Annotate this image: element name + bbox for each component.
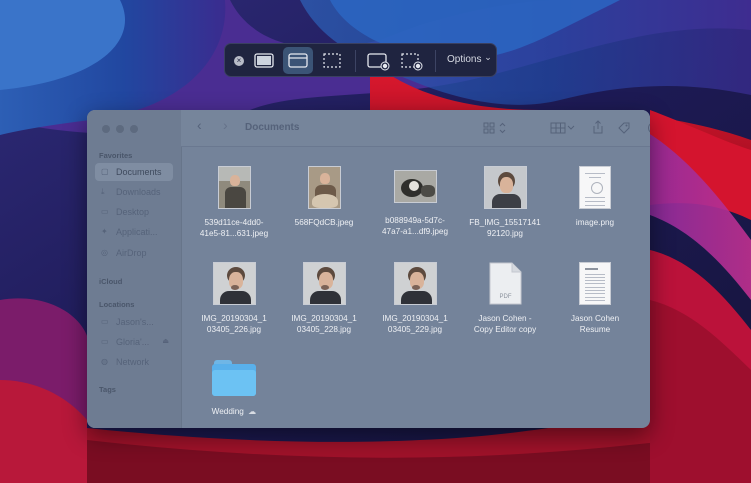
file-name: IMG_20190304_1 03405_229.jpg xyxy=(382,314,448,334)
file-item[interactable]: Jason Cohen Resume xyxy=(553,262,637,335)
capture-selected-portion-button[interactable] xyxy=(317,47,347,74)
pdf-document-icon: PDF xyxy=(489,262,521,305)
sidebar-item-airdrop[interactable]: ◎ AirDrop xyxy=(95,244,173,262)
sidebar-section-tags: Tags xyxy=(99,385,116,394)
file-item[interactable]: FB_IMG_15517141 92120.jpg xyxy=(463,166,547,239)
file-item[interactable]: IMG_20190304_1 03405_228.jpg xyxy=(282,262,366,335)
back-button[interactable]: ‹ xyxy=(197,118,202,132)
disk-icon: ▭ xyxy=(101,337,109,346)
photo-thumbnail xyxy=(217,166,251,209)
sidebar-section-icloud: iCloud xyxy=(99,277,123,286)
icloud-download-icon[interactable]: ☁ xyxy=(248,407,256,416)
finder-window[interactable]: Favorites ▢ Documents ⤓ Downloads ▭ Desk… xyxy=(87,110,650,428)
file-name: Wedding ☁ xyxy=(211,407,257,416)
tag-icon[interactable] xyxy=(617,121,631,135)
record-entire-screen-button[interactable] xyxy=(363,47,393,74)
file-item[interactable]: image.png xyxy=(553,166,637,228)
window-title: Documents xyxy=(245,122,300,133)
file-item[interactable]: IMG_20190304_1 03405_229.jpg xyxy=(373,262,457,335)
sidebar-item-label: Network xyxy=(116,357,150,367)
file-name: Jason Cohen Resume xyxy=(570,314,620,334)
file-item[interactable]: PDF Jason Cohen - Copy Editor copy xyxy=(463,262,547,335)
eject-icon[interactable]: ⏏ xyxy=(162,333,169,351)
finder-sidebar: Favorites ▢ Documents ⤓ Downloads ▭ Desk… xyxy=(87,110,182,428)
download-icon: ⤓ xyxy=(101,187,105,196)
file-item[interactable]: Wedding ☁ xyxy=(192,360,276,417)
file-name: 568FQdCB.jpeg xyxy=(294,218,354,227)
sidebar-section-locations: Locations xyxy=(99,300,135,309)
photo-thumbnail xyxy=(302,262,346,305)
options-label: Options xyxy=(447,54,482,65)
chevron-down-icon: ⌄ xyxy=(484,52,492,62)
sidebar-item-label: Desktop xyxy=(116,207,150,217)
document-thumbnail xyxy=(579,166,611,209)
file-name: 539d11ce-4dd0- 41e5-81...631.jpeg xyxy=(199,218,269,238)
folder-icon xyxy=(212,360,256,396)
file-name: Jason Cohen - Copy Editor copy xyxy=(473,314,537,334)
options-menu-button[interactable]: Options ⌄ xyxy=(447,52,492,65)
window-icon xyxy=(288,53,308,68)
sidebar-item-jasons-disk[interactable]: ▭ Jason's... xyxy=(95,313,173,331)
share-icon[interactable] xyxy=(591,120,605,135)
sidebar-item-documents[interactable]: ▢ Documents xyxy=(95,163,173,181)
screen-icon xyxy=(254,53,274,68)
screenshot-toolbar: × Options ⌄ xyxy=(224,43,497,77)
file-name: image.png xyxy=(575,218,615,227)
network-icon: ◍ xyxy=(101,357,108,366)
record-selected-portion-button[interactable] xyxy=(397,47,427,74)
minimize-window-button[interactable] xyxy=(116,125,124,133)
zoom-window-button[interactable] xyxy=(130,125,138,133)
more-actions-icon[interactable] xyxy=(647,121,650,135)
document-thumbnail xyxy=(579,262,611,305)
airdrop-icon: ◎ xyxy=(101,248,108,257)
capture-selected-window-button[interactable] xyxy=(283,47,313,74)
file-name: b088949a-5d7c- 47a7-a1...df9.jpeg xyxy=(381,216,448,236)
applications-icon: ✦ xyxy=(101,227,108,236)
sidebar-item-label: AirDrop xyxy=(116,248,147,258)
photo-thumbnail xyxy=(212,262,256,305)
forward-button[interactable]: › xyxy=(223,118,228,132)
sidebar-item-network[interactable]: ◍ Network xyxy=(95,353,173,371)
disk-icon: ▭ xyxy=(101,317,109,326)
sidebar-section-favorites: Favorites xyxy=(99,151,133,160)
capture-entire-screen-button[interactable] xyxy=(249,47,279,74)
file-name: FB_IMG_15517141 92120.jpg xyxy=(469,218,541,238)
sidebar-item-desktop[interactable]: ▭ Desktop xyxy=(95,203,173,221)
sidebar-item-label: Downloads xyxy=(116,187,161,197)
dashed-rect-icon xyxy=(323,53,341,68)
photo-thumbnail xyxy=(483,166,527,209)
file-item[interactable]: 568FQdCB.jpeg xyxy=(282,166,366,228)
sidebar-item-label: Jason's... xyxy=(116,317,154,327)
photo-thumbnail xyxy=(307,166,341,209)
group-icon[interactable] xyxy=(483,122,509,134)
sidebar-item-label: Documents xyxy=(116,167,162,177)
sidebar-item-applications[interactable]: ✦ Applicati... xyxy=(95,223,173,241)
screen-record-icon xyxy=(367,53,390,71)
finder-toolbar: ‹ › Documents xyxy=(181,110,650,147)
photo-thumbnail xyxy=(393,262,437,305)
dashed-record-icon xyxy=(401,53,423,71)
view-options-icon[interactable] xyxy=(550,122,576,134)
toolbar-separator xyxy=(355,50,356,72)
photo-thumbnail xyxy=(393,170,437,203)
file-item[interactable]: IMG_20190304_1 03405_226.jpg xyxy=(192,262,276,335)
pdf-badge: PDF xyxy=(499,294,511,300)
document-icon: ▢ xyxy=(101,167,109,176)
desktop-icon: ▭ xyxy=(101,207,109,216)
sidebar-item-glorias-disk[interactable]: ▭ Gloria'... ⏏ xyxy=(95,333,173,351)
file-item[interactable]: b088949a-5d7c- 47a7-a1...df9.jpeg xyxy=(373,170,457,237)
file-name: IMG_20190304_1 03405_228.jpg xyxy=(291,314,357,334)
sidebar-item-label: Gloria'... xyxy=(116,337,150,347)
toolbar-separator xyxy=(435,50,436,72)
close-icon[interactable]: × xyxy=(234,56,244,66)
sidebar-item-label: Applicati... xyxy=(116,227,158,237)
file-name: IMG_20190304_1 03405_226.jpg xyxy=(201,314,267,334)
close-window-button[interactable] xyxy=(102,125,110,133)
sidebar-item-downloads[interactable]: ⤓ Downloads xyxy=(95,183,173,201)
file-item[interactable]: 539d11ce-4dd0- 41e5-81...631.jpeg xyxy=(192,166,276,239)
